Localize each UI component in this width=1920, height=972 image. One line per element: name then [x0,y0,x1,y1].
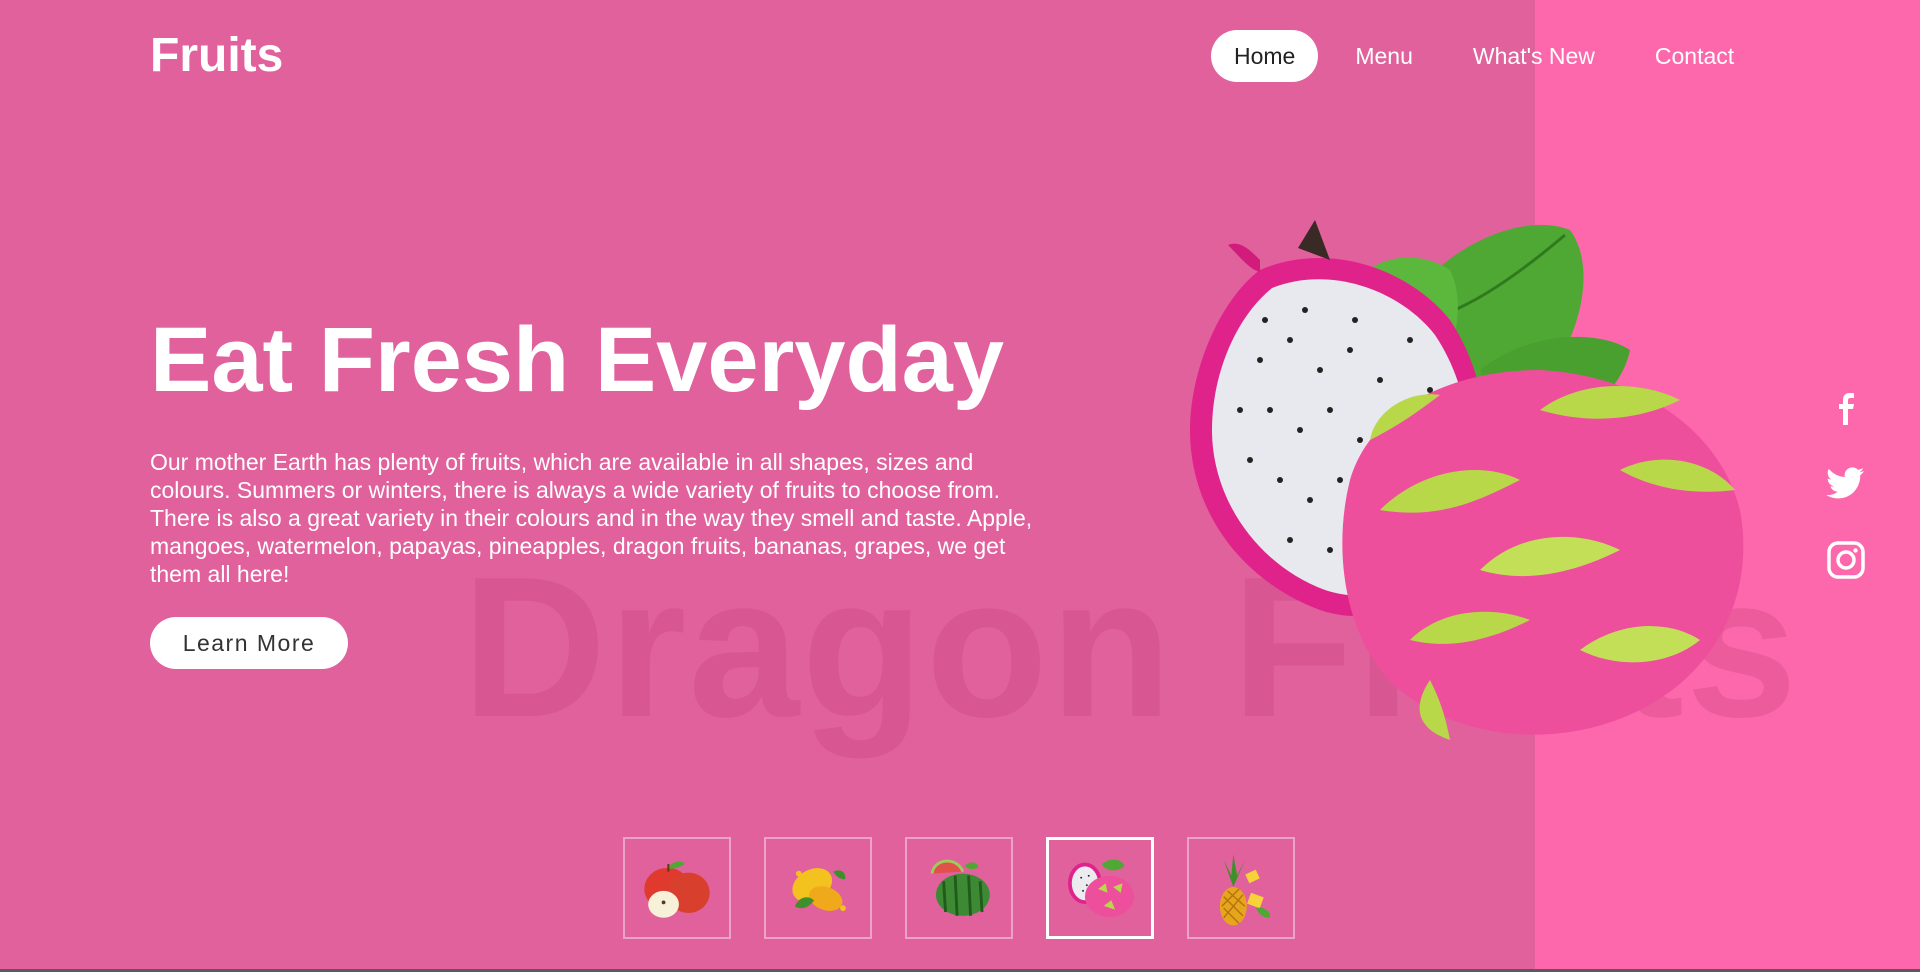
nav-menu[interactable]: Menu [1332,30,1436,82]
watermelon-icon [930,859,990,916]
mango-icon [792,868,846,912]
facebook-icon[interactable] [1822,383,1870,431]
brand-logo[interactable]: Fruits [150,28,283,84]
hero-headline: Eat Fresh Everyday [150,309,1005,411]
thumbnail-pineapple[interactable] [1187,837,1295,939]
main-nav: Home Menu What's New Contact [1211,30,1771,82]
learn-more-button[interactable]: Learn More [150,617,348,669]
nav-contact[interactable]: Contact [1632,30,1757,82]
thumbnail-watermelon[interactable] [905,837,1013,939]
nav-home[interactable]: Home [1211,30,1319,82]
thumbnail-dragon-fruit[interactable] [1046,837,1154,939]
dragon-fruit-whole-icon [1342,370,1744,740]
thumbnail-apple[interactable] [623,837,731,939]
instagram-icon[interactable] [1822,536,1870,584]
nav-whats-new[interactable]: What's New [1450,30,1618,82]
dragon-fruit-icon [1068,859,1134,918]
dragon-fruit-icon [1180,210,1760,770]
page: Fruits Home Menu What's New Contact Drag… [0,0,1920,972]
apple-icon [644,861,710,918]
thumbnail-mango[interactable] [764,837,872,939]
hero-description: Our mother Earth has plenty of fruits, w… [150,449,1033,587]
pineapple-icon [1219,854,1271,926]
twitter-icon[interactable] [1822,460,1870,508]
